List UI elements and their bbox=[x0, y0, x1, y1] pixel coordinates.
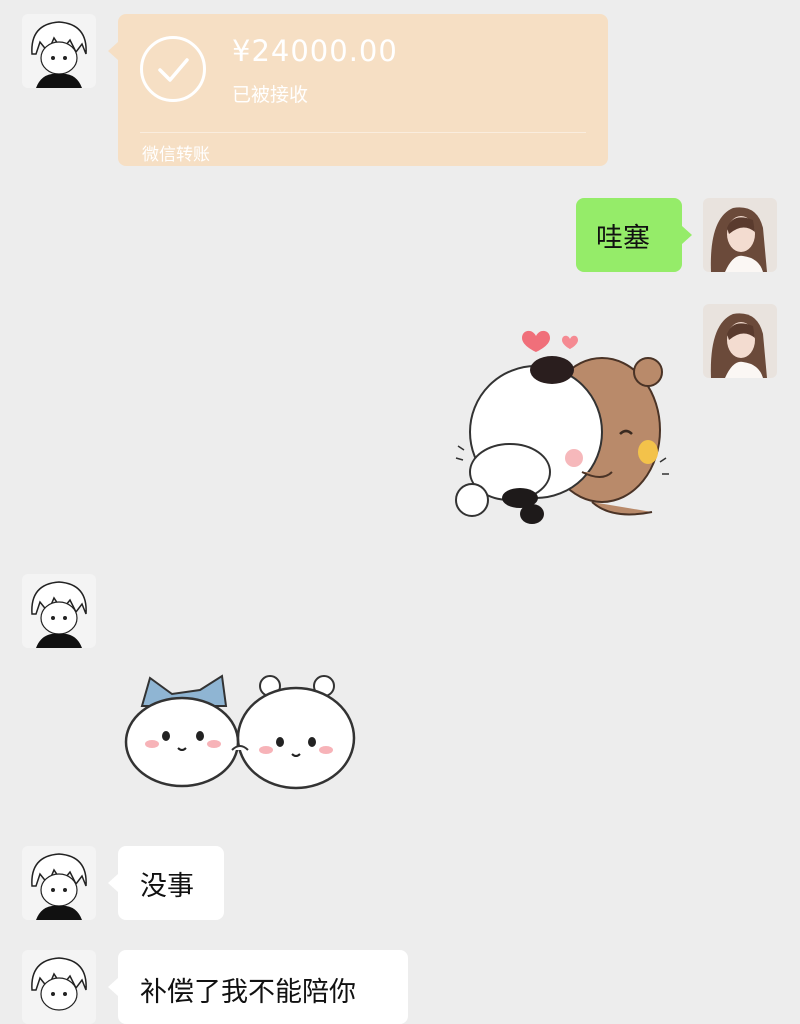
transfer-label: 微信转账 bbox=[142, 145, 210, 165]
message-text: 没事 bbox=[140, 870, 194, 902]
transfer-status: 已被接收 bbox=[232, 84, 309, 106]
other-avatar[interactable] bbox=[22, 574, 96, 648]
message-text: 哇塞 bbox=[596, 222, 650, 254]
transfer-amount: ¥24000.00 bbox=[232, 34, 398, 68]
my-text-bubble[interactable]: 哇塞 bbox=[576, 198, 692, 272]
my-avatar[interactable] bbox=[703, 304, 777, 378]
transfer-bubble[interactable]: ¥24000.00 已被接收 微信转账 bbox=[108, 14, 608, 166]
chiikawa-friends-sticker[interactable] bbox=[120, 672, 360, 790]
message-text: 补偿了我不能陪你 bbox=[140, 977, 356, 1008]
other-text-bubble[interactable]: 补偿了我不能陪你 bbox=[108, 950, 408, 1024]
other-avatar[interactable] bbox=[22, 14, 96, 88]
other-text-bubble[interactable]: 没事 bbox=[108, 846, 224, 920]
my-avatar[interactable] bbox=[703, 198, 777, 272]
transfer-divider bbox=[140, 132, 586, 133]
other-avatar[interactable] bbox=[22, 950, 96, 1024]
check-circle-icon bbox=[140, 36, 206, 102]
panda-bear-hug-sticker[interactable] bbox=[452, 322, 672, 532]
other-avatar[interactable] bbox=[22, 846, 96, 920]
